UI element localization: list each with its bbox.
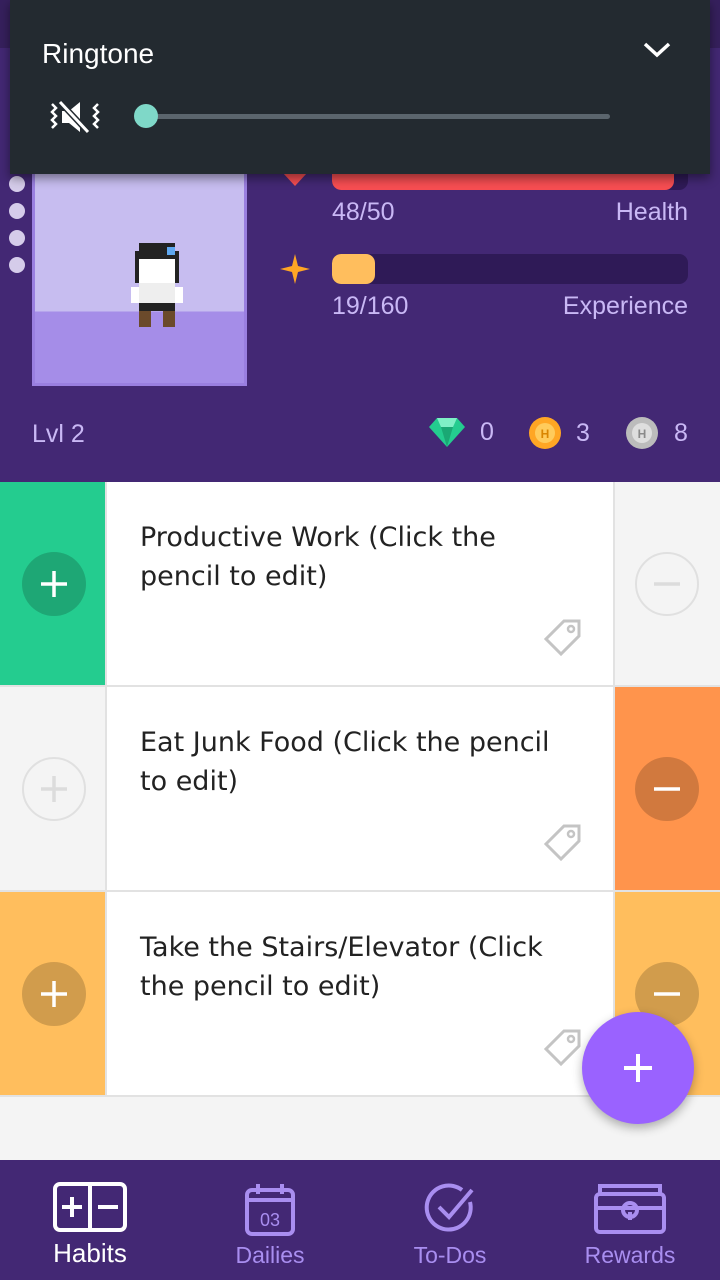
avatar[interactable]: [32, 170, 247, 386]
habit-title[interactable]: Productive Work (Click the pencil to edi…: [140, 518, 570, 596]
star-icon: [280, 254, 310, 284]
tag-icon: [544, 824, 581, 861]
calendar-date: 03: [260, 1210, 280, 1230]
experience-label: Experience: [562, 292, 688, 320]
plus-icon: [41, 981, 67, 1007]
tab-rewards-label: Rewards: [584, 1242, 676, 1268]
habit-minus-button[interactable]: [635, 757, 699, 821]
tab-dailies-label: Dailies: [235, 1242, 305, 1268]
treasure-chest-icon: [594, 1184, 666, 1234]
ringtone-title: Ringtone: [42, 38, 155, 69]
experience-bar-fill: [332, 254, 375, 284]
vibrate-mute-icon[interactable]: [50, 98, 100, 138]
gems-counter[interactable]: 0: [428, 416, 494, 448]
avatar-sprite: [131, 243, 183, 327]
svg-text:H: H: [541, 427, 550, 441]
habit-plus-button[interactable]: [22, 962, 86, 1026]
plus-icon: [624, 1054, 652, 1082]
health-label: Health: [615, 198, 688, 226]
health-value: 48/50: [332, 198, 395, 226]
habit-plus-button[interactable]: [22, 757, 86, 821]
plus-icon: [41, 776, 67, 802]
habit-row[interactable]: Eat Junk Food (Click the pencil to edit): [0, 687, 720, 892]
slider-thumb[interactable]: [134, 104, 158, 128]
ringtone-volume-slider[interactable]: [134, 104, 610, 128]
minus-icon: [654, 787, 680, 791]
gold-count: 3: [576, 418, 590, 447]
habit-list: Productive Work (Click the pencil to edi…: [0, 482, 720, 1097]
chevron-down-icon[interactable]: [642, 40, 672, 60]
habit-plus-area: [0, 892, 107, 1095]
habit-plus-area: [0, 482, 107, 685]
experience-value: 19/160: [332, 292, 409, 320]
habits-icon: [53, 1182, 127, 1232]
silver-count: 8: [674, 418, 688, 447]
gold-counter: H 3: [528, 416, 590, 450]
tab-habits-label: Habits: [53, 1238, 127, 1268]
add-habit-button[interactable]: [582, 1012, 694, 1124]
gold-coin-icon: H: [529, 417, 561, 449]
tab-rewards[interactable]: Rewards: [540, 1160, 720, 1280]
check-circle-icon: [424, 1183, 474, 1232]
tag-icon: [544, 1029, 581, 1066]
tab-dailies[interactable]: 03 Dailies: [180, 1160, 360, 1280]
level-label: Lvl 2: [32, 420, 85, 448]
tag-icon: [544, 619, 581, 656]
menu-dots-icon[interactable]: [9, 176, 25, 284]
silver-coin-icon: H: [626, 417, 658, 449]
gem-icon: [429, 418, 465, 447]
silver-counter: H 8: [624, 416, 688, 450]
habit-minus-area: [613, 482, 720, 685]
habit-plus-button[interactable]: [22, 552, 86, 616]
minus-icon: [654, 582, 680, 586]
tab-todos[interactable]: To-Dos: [360, 1160, 540, 1280]
gems-count: 0: [480, 417, 494, 446]
tab-habits[interactable]: Habits: [0, 1160, 180, 1280]
habit-plus-area: [0, 687, 107, 890]
svg-text:H: H: [638, 427, 647, 441]
bottom-navigation: Habits 03 Dailies To-Dos Rewards: [0, 1160, 720, 1280]
habit-row[interactable]: Productive Work (Click the pencil to edi…: [0, 482, 720, 687]
habit-title[interactable]: Take the Stairs/Elevator (Click the penc…: [140, 928, 570, 1006]
tab-todos-label: To-Dos: [413, 1242, 487, 1268]
habit-minus-button[interactable]: [635, 552, 699, 616]
experience-bar: [332, 254, 688, 284]
minus-icon: [654, 992, 680, 996]
ringtone-volume-panel: Ringtone: [10, 0, 710, 174]
plus-icon: [41, 571, 67, 597]
slider-track: [146, 114, 610, 119]
calendar-icon: 03: [245, 1184, 295, 1236]
habit-title[interactable]: Eat Junk Food (Click the pencil to edit): [140, 723, 570, 801]
habit-minus-area: [613, 687, 720, 890]
